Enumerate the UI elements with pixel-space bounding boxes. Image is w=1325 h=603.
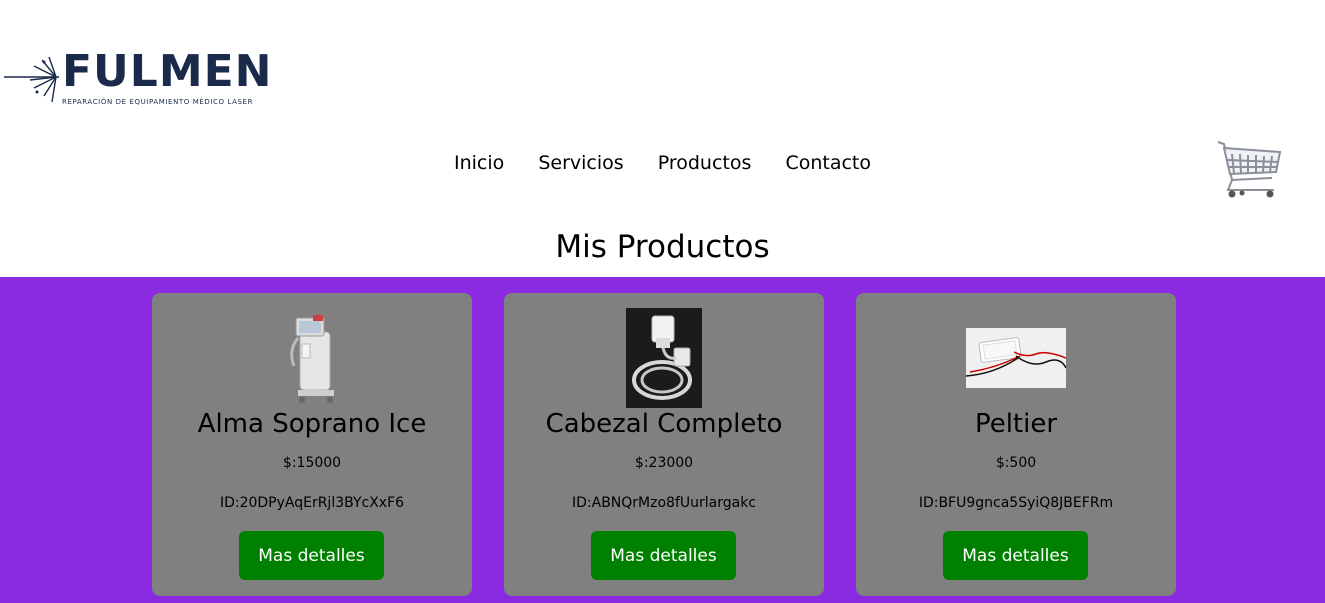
product-id: ID:ABNQrMzo8fUurlargakc [571, 495, 756, 511]
main-nav: Inicio Servicios Productos Contacto [0, 152, 1325, 174]
page: FULMEN REPARACIÓN DE EQUIPAMIENTO MÉDICO… [0, 0, 1325, 603]
brand-logo[interactable]: FULMEN REPARACIÓN DE EQUIPAMIENTO MÉDICO… [4, 46, 304, 112]
product-price: $:23000 [634, 455, 694, 471]
product-id: ID:20DPyAqErRjl3BYcXxF6 [219, 495, 405, 511]
nav-item-productos[interactable]: Productos [658, 152, 752, 174]
product-price: $:15000 [282, 455, 342, 471]
product-card: Cabezal Completo $:23000 ID:ABNQrMzo8fUu… [504, 293, 824, 596]
page-title: Mis Productos [555, 229, 770, 265]
product-image-container [856, 308, 1176, 408]
nav-item-servicios[interactable]: Servicios [538, 152, 623, 174]
product-name: Alma Soprano Ice [197, 409, 427, 439]
product-id: ID:BFU9gnca5SyiQ8JBEFRm [918, 495, 1114, 511]
peltier-module-image [966, 328, 1066, 388]
brand-name: FULMEN [62, 46, 273, 97]
shopping-cart-icon [1217, 141, 1282, 198]
product-image-container [152, 308, 472, 408]
product-card: Peltier $:500 ID:BFU9gnca5SyiQ8JBEFRm Ma… [856, 293, 1176, 596]
product-card: Alma Soprano Ice $:15000 ID:20DPyAqErRjl… [152, 293, 472, 596]
brand-tagline: REPARACIÓN DE EQUIPAMIENTO MÉDICO LASER [62, 98, 254, 106]
laser-machine-image [290, 315, 334, 403]
nav-item-inicio[interactable]: Inicio [454, 152, 504, 174]
product-price: $:500 [995, 455, 1037, 471]
products-section: Alma Soprano Ice $:15000 ID:20DPyAqErRjl… [0, 277, 1325, 603]
product-image-container [504, 308, 824, 408]
details-button[interactable]: Mas detalles [943, 531, 1088, 580]
nav-item-contacto[interactable]: Contacto [785, 152, 871, 174]
product-name: Cabezal Completo [545, 409, 783, 439]
details-button[interactable]: Mas detalles [591, 531, 736, 580]
product-name: Peltier [974, 409, 1058, 439]
details-button[interactable]: Mas detalles [239, 531, 384, 580]
handpiece-cable-image [626, 308, 702, 408]
cart-button[interactable] [1212, 136, 1284, 208]
